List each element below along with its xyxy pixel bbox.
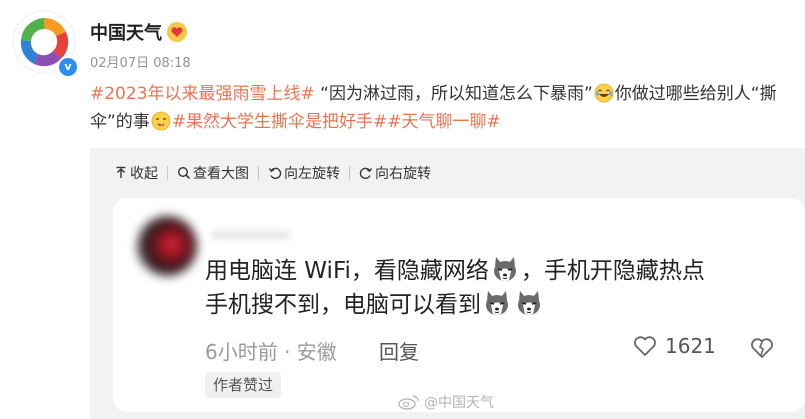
- toolbar-divider: [258, 166, 259, 180]
- cheeky-face-emoji-icon: [151, 111, 171, 131]
- husky-dog-emoji-icon: [518, 291, 540, 315]
- blurred-username: [211, 230, 291, 240]
- reply-button[interactable]: 回复: [379, 336, 419, 365]
- up-arrow-icon: [116, 166, 126, 178]
- view-large-label: 查看大图: [193, 166, 249, 182]
- dislike-button[interactable]: [749, 336, 775, 364]
- view-large-button[interactable]: 查看大图: [177, 163, 249, 183]
- hashtag-link[interactable]: #2023年以来最强雨雪上线#: [90, 84, 315, 104]
- husky-dog-emoji-icon: [493, 257, 516, 281]
- rotate-right-label: 向右旋转: [375, 166, 431, 182]
- member-heart-badge-icon: [167, 22, 187, 42]
- author-name[interactable]: 中国天气: [90, 19, 162, 45]
- magnifier-icon: [177, 166, 191, 180]
- author-liked-badge: 作者赞过: [205, 372, 282, 398]
- rotate-left-icon: [268, 167, 282, 180]
- laugh-cry-emoji-icon: [594, 83, 614, 103]
- comment-text: 用电脑连 WiFi，看隐藏网络 ，手机开隐藏热点 手机搜不到，电脑可以看到: [205, 254, 785, 322]
- author-row: 中国天气: [90, 18, 188, 46]
- comment-meta: 6小时前 · 安徽: [205, 340, 337, 364]
- image-toolbar: 收起 查看大图 向左旋转 向右旋转: [114, 162, 431, 184]
- rotate-right-button[interactable]: 向右旋转: [359, 163, 431, 183]
- post-time: 02月07日 08:18: [90, 56, 191, 71]
- blurred-avatar: [137, 216, 197, 276]
- weibo-logo-icon: [398, 395, 419, 410]
- heart-icon: [634, 336, 656, 356]
- rotate-left-label: 向左旋转: [284, 166, 340, 182]
- comment-text-segment: ，手机开隐藏热点: [520, 258, 705, 284]
- collapse-button[interactable]: 收起: [114, 163, 158, 183]
- comment-text-segment: 手机搜不到，电脑可以看到: [205, 292, 481, 318]
- post-text-segment: “因为淋过雨，所以知道怎么下暴雨”: [314, 84, 593, 104]
- toolbar-divider: [167, 166, 168, 180]
- broken-heart-icon: [751, 338, 773, 358]
- like-count: 1621: [665, 334, 716, 358]
- comment-text-segment: 用电脑连 WiFi，看隐藏网络: [205, 258, 489, 284]
- like-button[interactable]: 1621: [633, 334, 716, 358]
- hashtag-link[interactable]: #果然大学生撕伞是把好手##天气聊一聊#: [172, 112, 501, 132]
- post-text: #2023年以来最强雨雪上线# “因为淋过雨，所以知道怎么下暴雨” 你做过哪些给…: [90, 80, 802, 136]
- weibo-watermark: @中国天气: [398, 392, 494, 412]
- verified-badge-icon: v: [57, 56, 79, 78]
- rotate-left-button[interactable]: 向左旋转: [268, 163, 340, 183]
- comment-card-image[interactable]: 用电脑连 WiFi，看隐藏网络 ，手机开隐藏热点 手机搜不到，电脑可以看到 6小…: [113, 198, 805, 412]
- rotate-right-icon: [359, 167, 373, 180]
- watermark-text: @中国天气: [424, 395, 494, 411]
- husky-dog-emoji-icon: [486, 291, 508, 315]
- toolbar-divider: [349, 166, 350, 180]
- collapse-label: 收起: [130, 166, 158, 182]
